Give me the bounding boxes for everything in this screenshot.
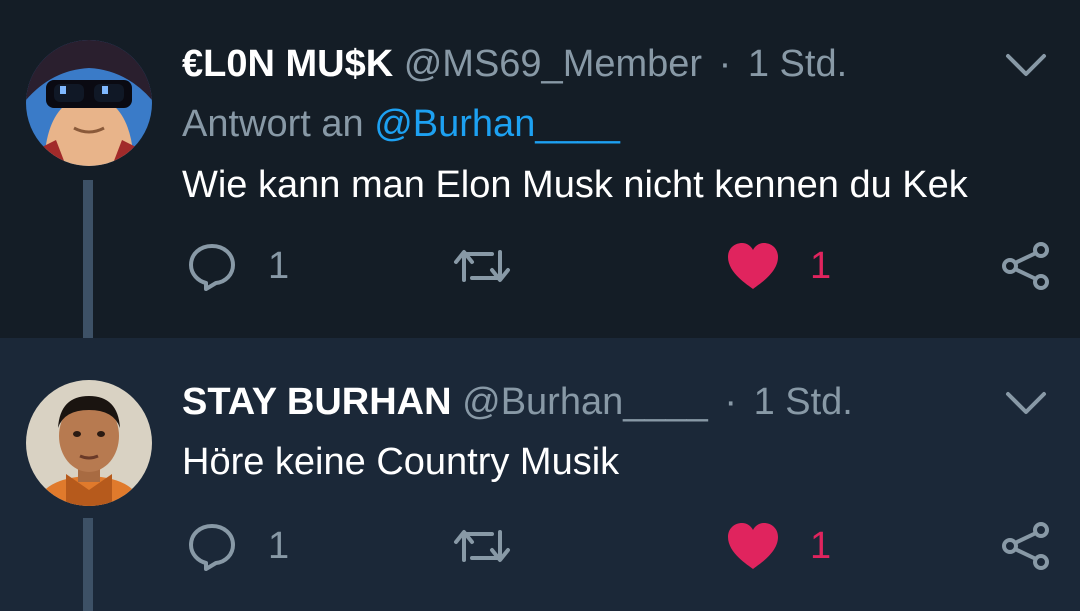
tweet[interactable]: STAY BURHAN @Burhan____ · 1 Std. Höre ke… [0, 338, 1080, 611]
heart-icon [728, 243, 778, 289]
retweet-icon [454, 250, 510, 282]
chevron-down-icon[interactable] [1000, 50, 1052, 80]
action-bar: 1 1 [0, 236, 1080, 296]
reply-button[interactable]: 1 [186, 236, 289, 296]
display-name[interactable]: €L0N MU$K [182, 43, 393, 85]
boy-portrait-avatar [26, 380, 152, 506]
separator: · [724, 381, 737, 423]
heart-icon [728, 523, 778, 569]
handle[interactable]: @Burhan____ [462, 381, 708, 423]
share-icon [1002, 242, 1049, 290]
handle[interactable]: @MS69_Member [404, 43, 702, 85]
retweet-button[interactable] [452, 236, 512, 296]
timestamp[interactable]: 1 Std. [754, 381, 853, 423]
like-button[interactable]: 1 [726, 236, 831, 296]
like-count: 1 [810, 524, 832, 567]
reply-count: 1 [268, 524, 290, 567]
reply-mention[interactable]: @Burhan____ [374, 103, 620, 145]
share-button[interactable] [1000, 236, 1052, 296]
reply-prefix: Antwort an [182, 103, 364, 145]
tweet-text: Höre keine Country Musik [182, 441, 620, 483]
tweet-text: Wie kann man Elon Musk nicht kennen du K… [182, 164, 968, 206]
share-button[interactable] [1000, 516, 1052, 576]
reply-context: Antwort an @Burhan____ [182, 102, 620, 146]
retweet-button[interactable] [452, 516, 512, 576]
separator: · [718, 43, 732, 85]
reply-button[interactable]: 1 [186, 516, 289, 576]
reply-icon [189, 524, 235, 571]
like-count: 1 [810, 244, 832, 287]
tweet[interactable]: €L0N MU$K @MS69_Member · 1 Std. Antwort … [0, 0, 1080, 338]
action-bar: 1 1 [0, 516, 1080, 576]
avatar[interactable] [26, 40, 152, 166]
reply-count: 1 [268, 244, 290, 287]
tweet-header: STAY BURHAN @Burhan____ · 1 Std. [182, 380, 853, 424]
like-button[interactable]: 1 [726, 516, 831, 576]
share-icon [1002, 522, 1049, 570]
chevron-down-icon[interactable] [1000, 388, 1052, 418]
avatar[interactable] [26, 380, 152, 506]
anime-avatar-with-sunglasses [26, 40, 152, 166]
display-name[interactable]: STAY BURHAN [182, 381, 452, 423]
reply-icon [189, 244, 235, 291]
timestamp[interactable]: 1 Std. [748, 43, 847, 85]
tweet-header: €L0N MU$K @MS69_Member · 1 Std. [182, 42, 847, 86]
retweet-icon [454, 530, 510, 562]
